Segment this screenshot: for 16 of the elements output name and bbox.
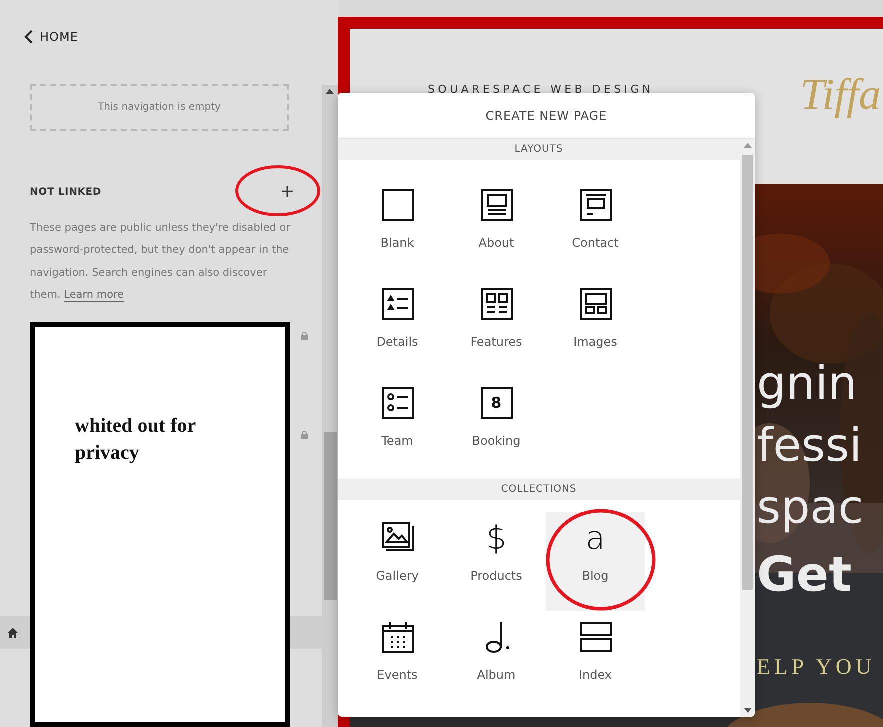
headline-text: Get — [757, 546, 853, 605]
description-text: These pages are public unless they're disabled or password-protected, but they don't appear in the navigation. Search engines can also discover them. Learn more — [30, 221, 292, 304]
cover-text: whited out for privacy — [75, 414, 197, 466]
booking-icon: 8 — [480, 387, 512, 419]
glyph-icon: $ — [486, 522, 507, 554]
site-title: SQUARESPACE WEB DESIGN — [428, 83, 654, 96]
section-title: NOT LINKED — [30, 186, 102, 198]
placeholder-text: This navigation is empty — [98, 102, 221, 113]
glyph-icon: a — [586, 522, 606, 554]
headline-text: spac — [757, 479, 865, 536]
logo: Tiffa — [800, 69, 881, 120]
headline-text: gnin — [757, 355, 858, 412]
tagline-text: ELP YOU — [757, 653, 877, 681]
section-header: LAYOUTS — [338, 139, 740, 160]
headline-text: fessi — [757, 417, 864, 474]
section-header: COLLECTIONS — [338, 479, 740, 500]
